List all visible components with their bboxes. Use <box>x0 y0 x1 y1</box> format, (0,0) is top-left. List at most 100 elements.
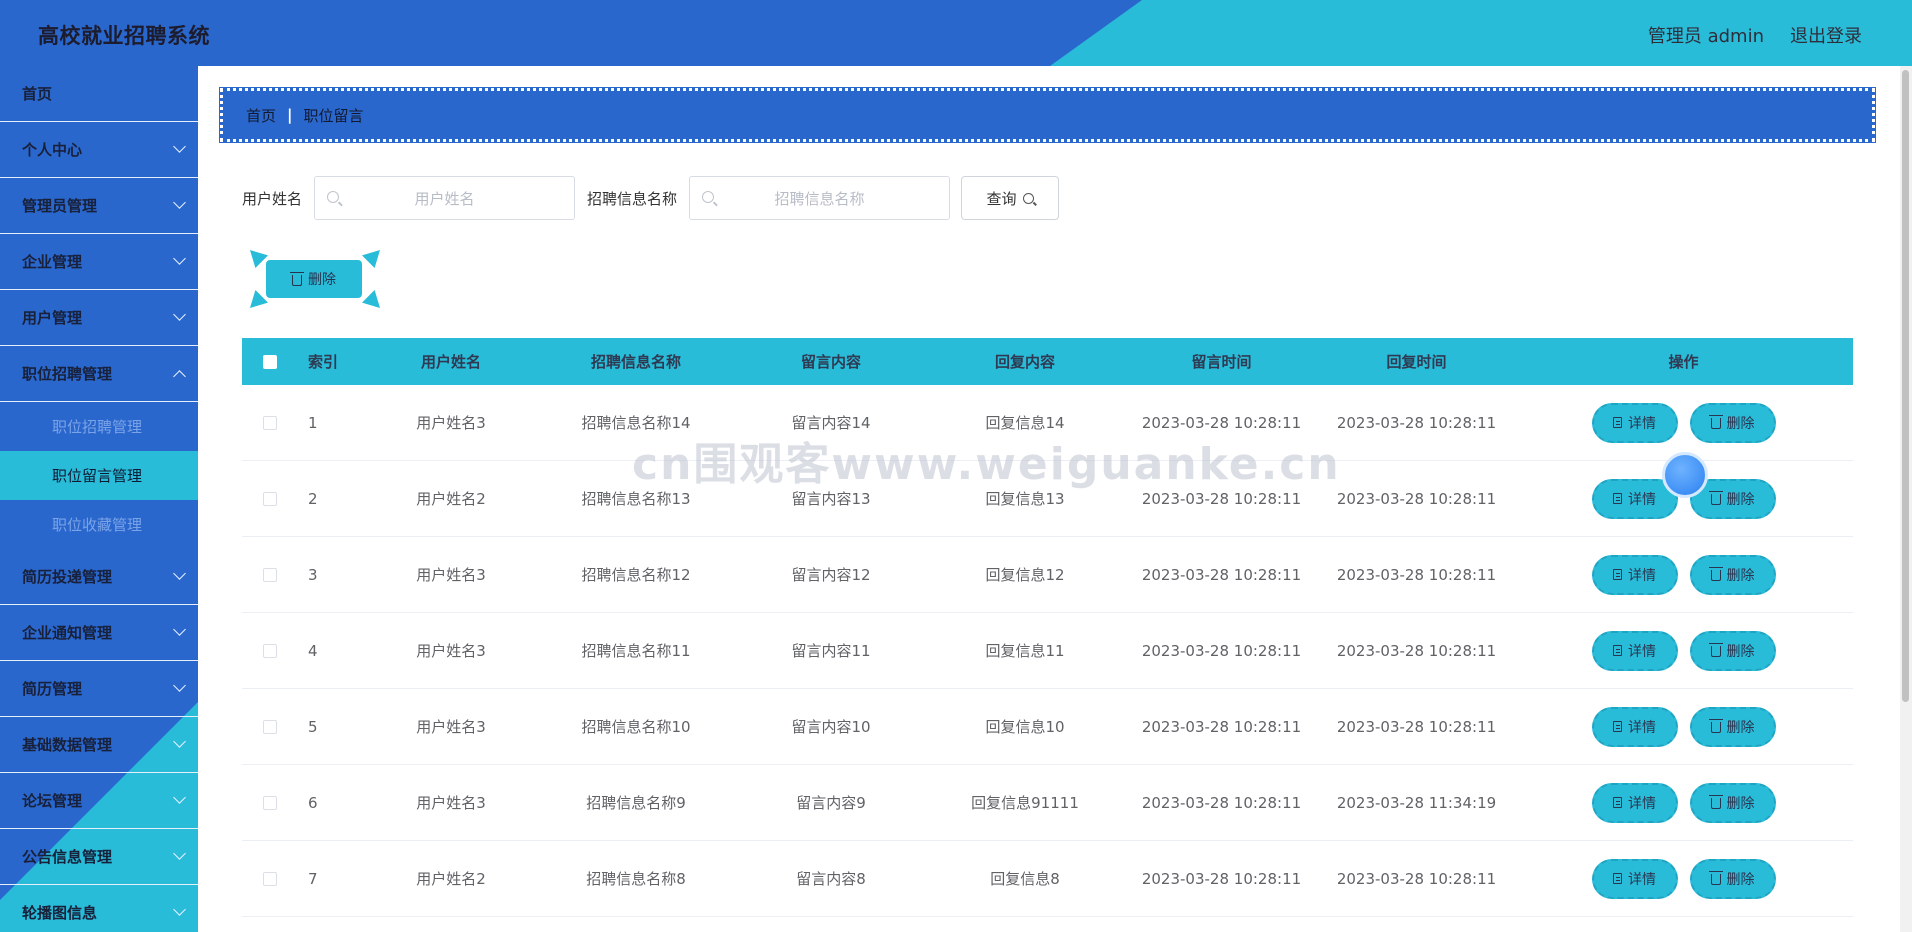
row-job-name: 招聘信息名称13 <box>581 490 691 508</box>
app-title: 高校就业招聘系统 <box>38 24 210 48</box>
detail-button[interactable]: 详情 <box>1591 706 1678 747</box>
column-header: 用户姓名 <box>420 353 481 371</box>
sidebar-item[interactable]: 管理员管理 <box>0 178 198 234</box>
delete-button-label: 删除 <box>1726 567 1755 584</box>
chevron-down-icon <box>173 847 186 860</box>
trash-icon <box>1708 643 1723 657</box>
delete-button-label: 删除 <box>1726 643 1755 660</box>
sidebar-item-label: 简历管理 <box>22 680 83 698</box>
select-all-checkbox[interactable] <box>263 354 277 369</box>
row-reply-time: 2023-03-28 11:34:19 <box>1336 793 1497 812</box>
chevron-down-icon <box>173 140 186 153</box>
row-checkbox[interactable] <box>263 415 277 430</box>
sidebar-menu: 首页 个人中心 管理员管理 企业管理 用户管理 职位招聘管理 职位招聘管理 职位留言管理 职位收… <box>0 66 198 932</box>
chevron-down-icon <box>173 791 186 804</box>
row-checkbox[interactable] <box>263 643 277 658</box>
row-reply: 回复信息12 <box>985 566 1065 584</box>
row-message: 留言内容10 <box>791 718 871 736</box>
sidebar-item[interactable]: 企业管理 <box>0 234 198 290</box>
search-bar: 用户姓名 用户姓名 招聘信息名称 招聘信息名称 查询 <box>242 176 1060 220</box>
sidebar-item[interactable]: 轮播图信息 <box>0 885 198 932</box>
row-checkbox[interactable] <box>263 719 277 734</box>
breadcrumb-home[interactable]: 首页 <box>246 105 276 126</box>
delete-button[interactable]: 删除 <box>1689 402 1776 443</box>
sidebar-subitem[interactable]: 职位收藏管理 <box>0 500 198 549</box>
chevron-down-icon <box>173 679 186 692</box>
sidebar-item[interactable]: 首页 <box>0 66 198 122</box>
sidebar-item[interactable]: 用户管理 <box>0 290 198 346</box>
sidebar-item-label: 企业通知管理 <box>22 624 113 642</box>
sidebar-subitem[interactable]: 职位留言管理 <box>0 451 198 500</box>
table-body: 1 用户姓名3 招聘信息名称14 留言内容14 回复信息14 2023-03-28 10:… <box>242 385 1853 917</box>
sidebar-item-label: 管理员管理 <box>22 197 98 215</box>
column-header: 留言内容 <box>800 353 861 371</box>
query-button[interactable]: 查询 <box>961 176 1060 220</box>
row-job-name: 招聘信息名称9 <box>586 794 686 812</box>
delete-button[interactable]: 删除 <box>1689 630 1776 671</box>
detail-button[interactable]: 详情 <box>1591 554 1678 595</box>
sidebar-item-label: 基础数据管理 <box>22 736 113 754</box>
row-user-name: 用户姓名3 <box>416 414 486 432</box>
row-checkbox[interactable] <box>263 567 277 582</box>
job-name-label: 招聘信息名称 <box>587 189 678 208</box>
chevron-down-icon <box>173 196 186 209</box>
delete-button[interactable]: 删除 <box>1689 554 1776 595</box>
row-index: 4 <box>308 641 318 660</box>
job-name-input[interactable]: 招聘信息名称 <box>689 176 951 220</box>
detail-button-label: 详情 <box>1628 415 1656 432</box>
row-reply: 回复信息14 <box>985 414 1065 432</box>
chevron-down-icon <box>173 567 186 580</box>
bulk-delete-button[interactable]: 删除 <box>266 260 362 298</box>
row-message-time: 2023-03-28 10:28:11 <box>1141 413 1302 432</box>
scrollbar-thumb[interactable] <box>1902 70 1909 702</box>
sidebar-item[interactable]: 论坛管理 <box>0 773 198 829</box>
row-index: 1 <box>308 413 318 432</box>
row-user-name: 用户姓名2 <box>416 870 486 888</box>
row-job-name: 招聘信息名称14 <box>581 414 691 432</box>
sidebar-item-label: 公告信息管理 <box>22 848 113 866</box>
sidebar-item[interactable]: 简历投递管理 <box>0 549 198 605</box>
sidebar-item-label: 简历投递管理 <box>22 568 113 586</box>
table-row: 1 用户姓名3 招聘信息名称14 留言内容14 回复信息14 2023-03-28 10:… <box>242 385 1853 461</box>
row-message-time: 2023-03-28 10:28:11 <box>1141 641 1302 660</box>
detail-button[interactable]: 详情 <box>1591 402 1678 443</box>
table-row: 5 用户姓名3 招聘信息名称10 留言内容10 回复信息10 2023-03-28 10:… <box>242 689 1853 765</box>
row-message-time: 2023-03-28 10:28:11 <box>1141 489 1302 508</box>
detail-button[interactable]: 详情 <box>1591 630 1678 671</box>
table-header: 索引 用户姓名 招聘信息名称 留言内容 回复内容 留言时间 回复时间 操作 <box>242 338 1853 385</box>
detail-button[interactable]: 详情 <box>1591 858 1678 899</box>
sidebar-item[interactable]: 企业通知管理 <box>0 605 198 661</box>
floating-bubble-icon <box>1662 452 1708 498</box>
sidebar-item[interactable]: 个人中心 <box>0 122 198 178</box>
page-scrollbar[interactable] <box>1900 66 1912 932</box>
row-job-name: 招聘信息名称11 <box>581 642 691 660</box>
column-header: 招聘信息名称 <box>590 353 681 371</box>
user-name-input[interactable]: 用户姓名 <box>314 176 576 220</box>
row-checkbox[interactable] <box>263 871 277 886</box>
sidebar-item-label: 职位招聘管理 <box>22 365 113 383</box>
delete-button-label: 删除 <box>1726 795 1755 812</box>
sidebar-subitem[interactable]: 职位招聘管理 <box>0 402 198 451</box>
delete-button[interactable]: 删除 <box>1689 858 1776 899</box>
logout-link[interactable]: 退出登录 <box>1790 22 1862 48</box>
row-checkbox[interactable] <box>263 795 277 810</box>
corner-decoration <box>362 290 380 308</box>
row-reply: 回复信息13 <box>985 490 1065 508</box>
sidebar-item[interactable]: 简历管理 <box>0 661 198 717</box>
delete-button[interactable]: 删除 <box>1689 782 1776 823</box>
sidebar-item-label: 个人中心 <box>22 141 83 159</box>
detail-button-label: 详情 <box>1628 567 1656 584</box>
column-header: 回复时间 <box>1386 353 1447 371</box>
sidebar-item[interactable]: 职位招聘管理 <box>0 346 198 402</box>
row-checkbox[interactable] <box>263 491 277 506</box>
delete-button[interactable]: 删除 <box>1689 706 1776 747</box>
table-row: 6 用户姓名3 招聘信息名称9 留言内容9 回复信息91111 2023-03-28 10… <box>242 765 1853 841</box>
row-reply-time: 2023-03-28 10:28:11 <box>1336 565 1497 584</box>
sidebar-item[interactable]: 公告信息管理 <box>0 829 198 885</box>
row-actions: 详情 删除 <box>1514 402 1853 443</box>
sidebar-item[interactable]: 基础数据管理 <box>0 717 198 773</box>
column-header: 索引 <box>308 353 339 371</box>
row-reply-time: 2023-03-28 10:28:11 <box>1336 717 1497 736</box>
detail-button[interactable]: 详情 <box>1591 782 1678 823</box>
corner-decoration <box>362 250 380 268</box>
